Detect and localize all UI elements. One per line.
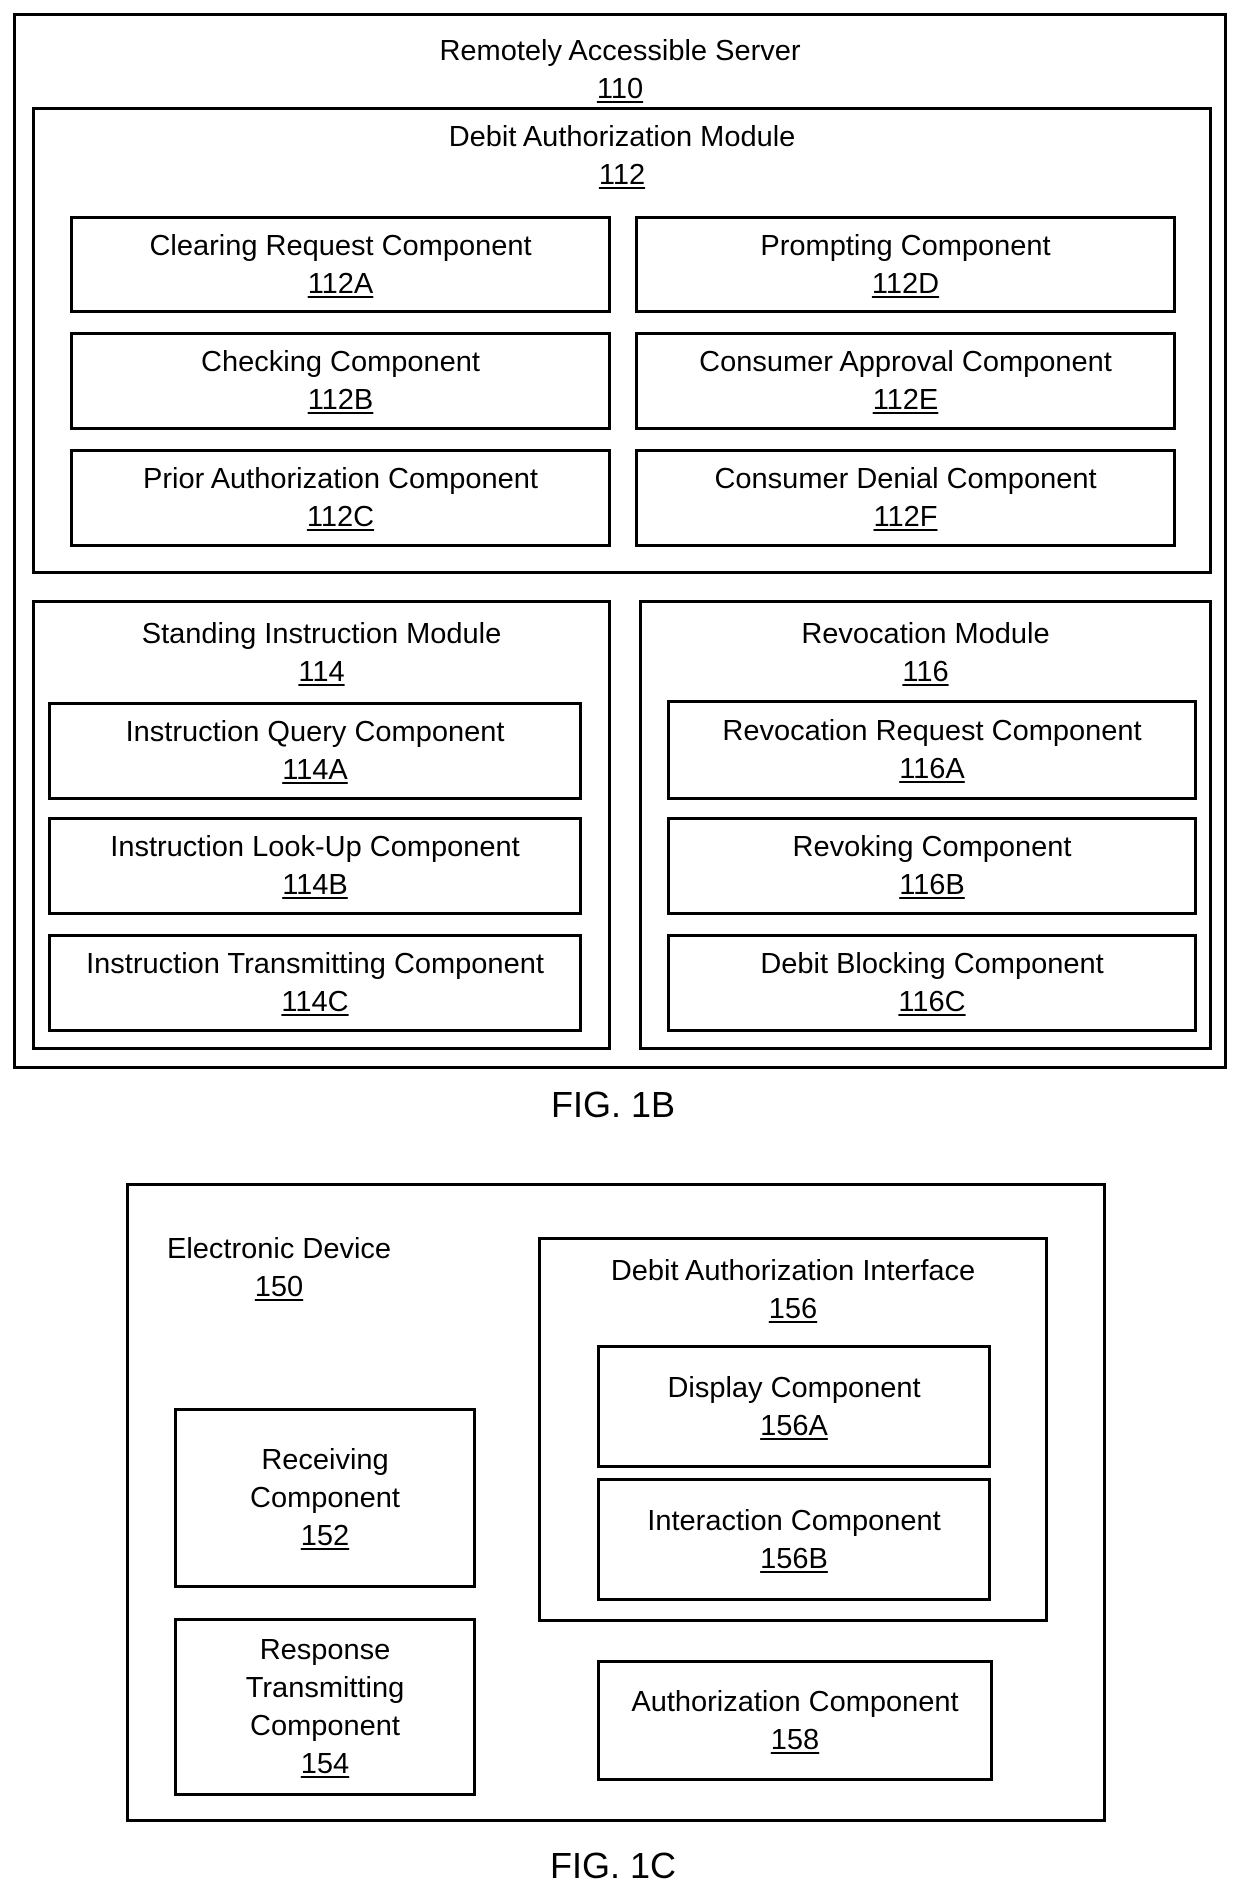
server-title: Remotely Accessible Server <box>439 35 801 67</box>
component-ref: 114C <box>281 986 349 1018</box>
standing-instruction-module-title: Standing Instruction Module <box>141 618 502 650</box>
component-116b: Revoking Component 116B <box>667 817 1197 915</box>
receiving-component-box: Receiving Component 152 <box>174 1408 476 1588</box>
component-name: Instruction Look-Up Component <box>110 831 520 863</box>
figure-caption-1b: FIG. 1B <box>550 1084 676 1125</box>
interface-ref: 156 <box>768 1293 818 1325</box>
component-112f: Consumer Denial Component 112F <box>635 449 1176 547</box>
interaction-component-box: Interaction Component 156B <box>597 1478 991 1601</box>
component-name: Prompting Component <box>760 229 1051 262</box>
server-ref: 110 <box>596 73 644 105</box>
component-ref: 156A <box>760 1409 828 1442</box>
debit-authorization-module-title: Debit Authorization Module <box>448 121 796 153</box>
component-name: Interaction Component <box>647 1504 941 1537</box>
component-116a: Revocation Request Component 116A <box>667 700 1197 800</box>
component-name: Consumer Approval Component <box>699 346 1112 378</box>
component-name: Prior Authorization Component <box>143 463 538 495</box>
component-ref: 156B <box>760 1542 828 1575</box>
component-name: Clearing Request Component <box>149 229 532 262</box>
component-ref: 116C <box>898 986 966 1018</box>
component-name: Consumer Denial Component <box>714 463 1097 495</box>
component-ref: 112A <box>307 267 374 300</box>
revocation-module-ref: 116 <box>902 656 949 688</box>
component-name: Display Component <box>667 1371 921 1404</box>
component-name: Revocation Request Component <box>722 715 1142 747</box>
response-ref: 154 <box>300 1748 350 1780</box>
response-line-1: Response <box>259 1634 391 1666</box>
component-ref: 112E <box>872 384 939 416</box>
standing-instruction-module-ref: 114 <box>298 656 345 688</box>
component-116c: Debit Blocking Component 116C <box>667 934 1197 1032</box>
component-ref: 112F <box>873 501 938 533</box>
component-114c: Instruction Transmitting Component 114C <box>48 934 582 1032</box>
component-ref: 114A <box>282 754 348 786</box>
response-line-3: Component <box>250 1710 400 1742</box>
interface-title: Debit Authorization Interface <box>610 1255 976 1287</box>
debit-authorization-module-ref: 112 <box>598 159 646 191</box>
component-name: Instruction Transmitting Component <box>86 948 544 980</box>
component-112a: Clearing Request Component 112A <box>70 216 611 313</box>
revocation-module-title: Revocation Module <box>801 618 1050 650</box>
component-114a: Instruction Query Component 114A <box>48 702 582 800</box>
component-ref: 114B <box>282 869 348 901</box>
electronic-device-ref: 150 <box>254 1271 304 1303</box>
component-ref: 116A <box>899 753 965 785</box>
component-name: Authorization Component <box>631 1685 959 1718</box>
electronic-device-title: Electronic Device <box>166 1233 392 1265</box>
receiving-ref: 152 <box>300 1520 350 1552</box>
component-name: Revoking Component <box>792 831 1072 863</box>
component-ref: 158 <box>770 1723 820 1756</box>
electronic-device-label: Electronic Device 150 <box>149 1230 409 1306</box>
display-component-box: Display Component 156A <box>597 1345 991 1468</box>
component-ref: 112C <box>306 501 375 533</box>
figure-caption-1c: FIG. 1C <box>549 1845 677 1886</box>
response-transmitting-component-box: Response Transmitting Component 154 <box>174 1618 476 1796</box>
response-line-2: Transmitting <box>245 1672 405 1704</box>
receiving-line-2: Component <box>250 1482 400 1514</box>
component-ref: 112B <box>307 384 374 416</box>
component-name: Debit Blocking Component <box>760 948 1104 980</box>
component-112c: Prior Authorization Component 112C <box>70 449 611 547</box>
component-ref: 116B <box>899 869 965 901</box>
component-ref: 112D <box>871 267 940 300</box>
component-name: Checking Component <box>201 346 480 378</box>
component-112e: Consumer Approval Component 112E <box>635 332 1176 430</box>
component-112d: Prompting Component 112D <box>635 216 1176 313</box>
component-112b: Checking Component 112B <box>70 332 611 430</box>
component-name: Instruction Query Component <box>125 716 505 748</box>
component-114b: Instruction Look-Up Component 114B <box>48 817 582 915</box>
receiving-line-1: Receiving <box>261 1444 389 1476</box>
authorization-component-box: Authorization Component 158 <box>597 1660 993 1781</box>
